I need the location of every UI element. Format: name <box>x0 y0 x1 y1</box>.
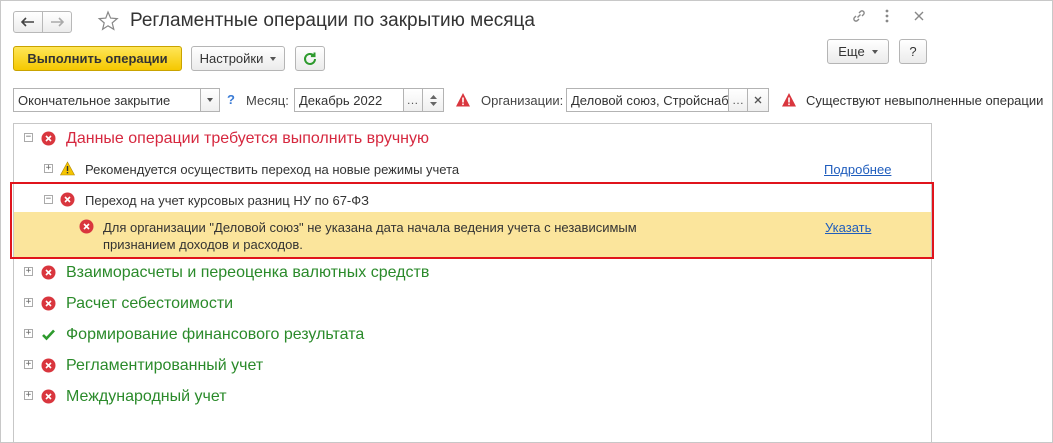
expand-toggle[interactable]: + <box>24 298 33 307</box>
link-icon[interactable] <box>850 7 868 25</box>
closing-mode-select[interactable]: Окончательное закрытие <box>13 88 201 112</box>
error-icon <box>41 389 56 404</box>
group-settlements-label[interactable]: Взаиморасчеты и переоценка валютных сред… <box>66 264 429 282</box>
page-title: Регламентные операции по закрытию месяца <box>130 10 535 31</box>
expand-toggle[interactable]: + <box>24 329 33 338</box>
organizations-select-button[interactable]: … <box>728 88 748 112</box>
star-icon[interactable] <box>97 10 119 32</box>
close-icon[interactable] <box>910 7 928 25</box>
arrow-right-icon <box>51 17 64 27</box>
more-icon[interactable] <box>878 7 896 25</box>
refresh-button[interactable] <box>295 46 325 71</box>
more-button[interactable]: Еще <box>827 39 889 64</box>
refresh-icon <box>304 52 316 65</box>
month-stepper[interactable] <box>422 88 444 112</box>
month-input[interactable]: Декабрь 2022 <box>294 88 404 112</box>
expand-toggle[interactable]: + <box>24 391 33 400</box>
group-cost-label[interactable]: Расчет себестоимости <box>66 295 233 313</box>
month-label: Месяц: <box>246 93 289 108</box>
month-select-button[interactable]: … <box>403 88 423 112</box>
closing-mode-dropdown-button[interactable] <box>200 88 220 112</box>
back-button[interactable] <box>13 11 43 33</box>
chevron-up-icon <box>429 94 437 99</box>
operations-tree: − Данные операции требуется выполнить вр… <box>13 123 932 443</box>
run-operations-button[interactable]: Выполнить операции <box>13 46 182 71</box>
error-icon <box>41 265 56 280</box>
error-icon <box>41 131 56 146</box>
organizations-label: Организации: <box>481 93 564 108</box>
chevron-down-icon <box>207 98 213 102</box>
chevron-down-icon <box>270 56 277 61</box>
error-icon <box>41 358 56 373</box>
chevron-down-icon <box>871 49 878 54</box>
organizations-clear-button[interactable] <box>747 88 769 112</box>
settings-button-label: Настройки <box>199 51 264 66</box>
warning-icon <box>456 93 470 107</box>
chevron-down-icon <box>429 101 437 106</box>
highlight-frame <box>10 182 934 259</box>
closing-mode-help[interactable]: ? <box>227 92 235 107</box>
expand-toggle[interactable]: + <box>24 360 33 369</box>
collapse-toggle[interactable]: − <box>24 133 33 142</box>
settings-button[interactable]: Настройки <box>191 46 285 71</box>
warning-icon <box>782 93 796 107</box>
group-regulated-label[interactable]: Регламентированный учет <box>66 357 263 375</box>
group-manual-label[interactable]: Данные операции требуется выполнить вруч… <box>66 130 429 148</box>
ellipsis-icon: … <box>732 93 744 107</box>
checkmark-icon <box>42 329 55 341</box>
details-link[interactable]: Подробнее <box>824 162 891 177</box>
item-new-modes-label[interactable]: Рекомендуется осуществить переход на нов… <box>85 162 459 177</box>
help-button[interactable]: ? <box>899 39 927 64</box>
forward-button[interactable] <box>42 11 72 33</box>
expand-toggle[interactable]: + <box>24 267 33 276</box>
warning-icon <box>60 161 75 176</box>
close-icon <box>754 96 762 104</box>
group-international-label[interactable]: Международный учет <box>66 388 227 406</box>
expand-toggle[interactable]: + <box>44 164 53 173</box>
organizations-input[interactable]: Деловой союз, Стройснаб <box>566 88 729 112</box>
window: Регламентные операции по закрытию месяца… <box>0 0 1053 443</box>
more-button-label: Еще <box>838 44 865 59</box>
unfinished-operations-warning: Существуют невыполненные операции <box>806 93 1044 108</box>
arrow-left-icon <box>21 17 34 27</box>
group-financial-result-label[interactable]: Формирование финансового результата <box>66 326 364 344</box>
ellipsis-icon: … <box>406 93 420 107</box>
error-icon <box>41 296 56 311</box>
